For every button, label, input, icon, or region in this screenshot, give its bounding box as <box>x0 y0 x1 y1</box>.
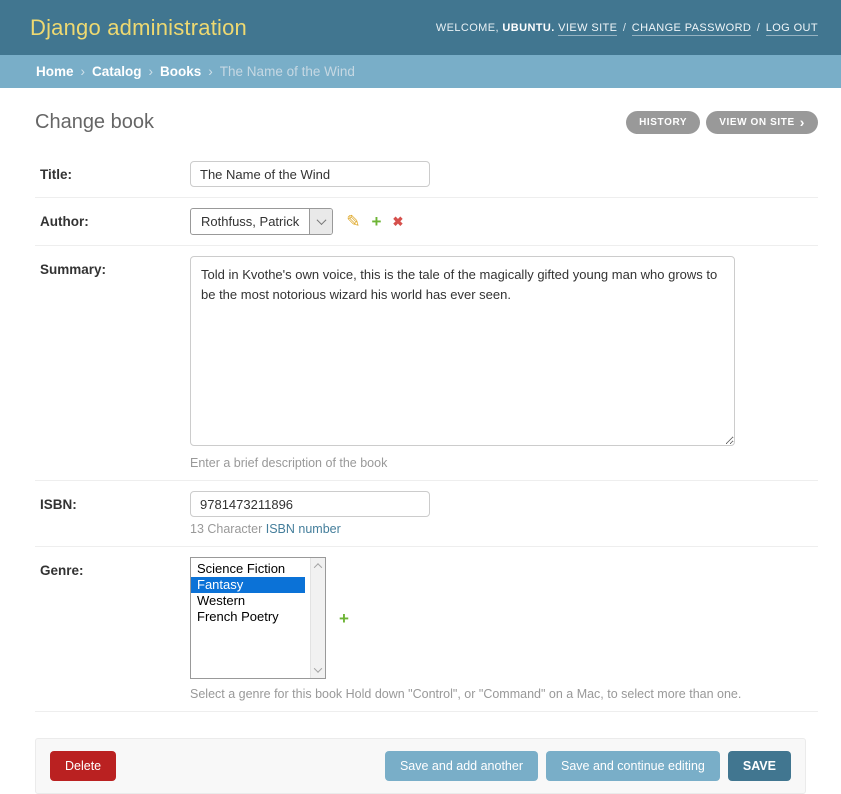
page-header-row: Change book HISTORY VIEW ON SITE › <box>35 107 818 137</box>
genre-option-science-fiction[interactable]: Science Fiction <box>191 561 305 577</box>
user-tools: WELCOME, UBUNTU. VIEW SITE / CHANGE PASS… <box>436 22 818 34</box>
link-separator: / <box>757 22 760 34</box>
summary-textarea[interactable]: Told in Kvothe's own voice, this is the … <box>190 256 735 446</box>
submit-row: Delete Save and add another Save and con… <box>35 738 806 794</box>
site-title[interactable]: Django administration <box>30 15 247 41</box>
genre-help-text: Select a genre for this book Hold down "… <box>190 687 818 701</box>
breadcrumb: Home › Catalog › Books › The Name of the… <box>0 55 841 88</box>
view-site-link[interactable]: VIEW SITE <box>558 22 617 36</box>
view-on-site-label: VIEW ON SITE <box>719 117 795 128</box>
genre-multiselect[interactable]: Science Fiction Fantasy Western French P… <box>190 557 326 679</box>
history-button[interactable]: HISTORY <box>626 111 700 134</box>
genre-option-french-poetry[interactable]: French Poetry <box>191 609 305 625</box>
admin-header: Django administration WELCOME, UBUNTU. V… <box>0 0 841 55</box>
history-button-label: HISTORY <box>639 117 687 128</box>
author-label: Author: <box>40 214 89 229</box>
save-button[interactable]: SAVE <box>728 751 791 781</box>
isbn-label: ISBN: <box>40 497 77 512</box>
save-and-add-another-button[interactable]: Save and add another <box>385 751 538 781</box>
change-book-form: Title: Author: Rothfuss, Patrick <box>35 151 818 712</box>
title-input[interactable] <box>190 161 430 187</box>
summary-label: Summary: <box>40 262 106 277</box>
edit-author-icon[interactable]: ✎ <box>346 213 360 230</box>
breadcrumb-separator: › <box>81 64 86 79</box>
breadcrumb-catalog[interactable]: Catalog <box>92 64 142 79</box>
breadcrumb-separator: › <box>149 64 154 79</box>
username: UBUNTU. <box>502 22 554 34</box>
page-title: Change book <box>35 111 154 134</box>
breadcrumb-current: The Name of the Wind <box>220 64 355 79</box>
author-select-value: Rothfuss, Patrick <box>191 209 309 234</box>
summary-help-text: Enter a brief description of the book <box>190 456 818 470</box>
object-tools: HISTORY VIEW ON SITE › <box>626 111 818 134</box>
title-label: Title: <box>40 167 72 182</box>
view-on-site-button[interactable]: VIEW ON SITE › <box>706 111 818 134</box>
author-select[interactable]: Rothfuss, Patrick <box>190 208 333 235</box>
form-row-summary: Summary: Told in Kvothe's own voice, thi… <box>35 246 818 481</box>
delete-button[interactable]: Delete <box>50 751 116 781</box>
form-row-genre: Genre: Science Fiction Fantasy Western F… <box>35 547 818 712</box>
scroll-down-icon[interactable] <box>314 664 322 672</box>
isbn-help-text: 13 Character ISBN number <box>190 522 818 536</box>
isbn-help-prefix: 13 Character <box>190 522 266 536</box>
log-out-link[interactable]: LOG OUT <box>766 22 818 36</box>
breadcrumb-home[interactable]: Home <box>36 64 74 79</box>
select-dropdown-button[interactable] <box>309 209 332 234</box>
scroll-up-icon[interactable] <box>314 563 322 571</box>
welcome-text: WELCOME, <box>436 22 499 34</box>
chevron-down-icon <box>316 215 326 225</box>
genre-option-fantasy[interactable]: Fantasy <box>191 577 305 593</box>
breadcrumb-books[interactable]: Books <box>160 64 201 79</box>
isbn-input[interactable] <box>190 491 430 517</box>
form-row-isbn: ISBN: 13 Character ISBN number <box>35 481 818 547</box>
main-content: Change book HISTORY VIEW ON SITE › Title… <box>0 107 841 794</box>
breadcrumb-separator: › <box>208 64 213 79</box>
multiselect-scrollbar[interactable] <box>310 558 325 678</box>
save-and-continue-editing-button[interactable]: Save and continue editing <box>546 751 720 781</box>
genre-label: Genre: <box>40 563 84 578</box>
add-genre-icon[interactable]: + <box>339 610 349 627</box>
form-row-author: Author: Rothfuss, Patrick ✎ + ✖ <box>35 198 818 246</box>
delete-author-icon[interactable]: ✖ <box>392 215 403 228</box>
genre-option-western[interactable]: Western <box>191 593 305 609</box>
add-author-icon[interactable]: + <box>372 213 382 230</box>
form-row-title: Title: <box>35 151 818 198</box>
chevron-right-icon: › <box>800 115 805 129</box>
change-password-link[interactable]: CHANGE PASSWORD <box>632 22 751 36</box>
link-separator: / <box>623 22 626 34</box>
isbn-number-link[interactable]: ISBN number <box>266 522 341 536</box>
